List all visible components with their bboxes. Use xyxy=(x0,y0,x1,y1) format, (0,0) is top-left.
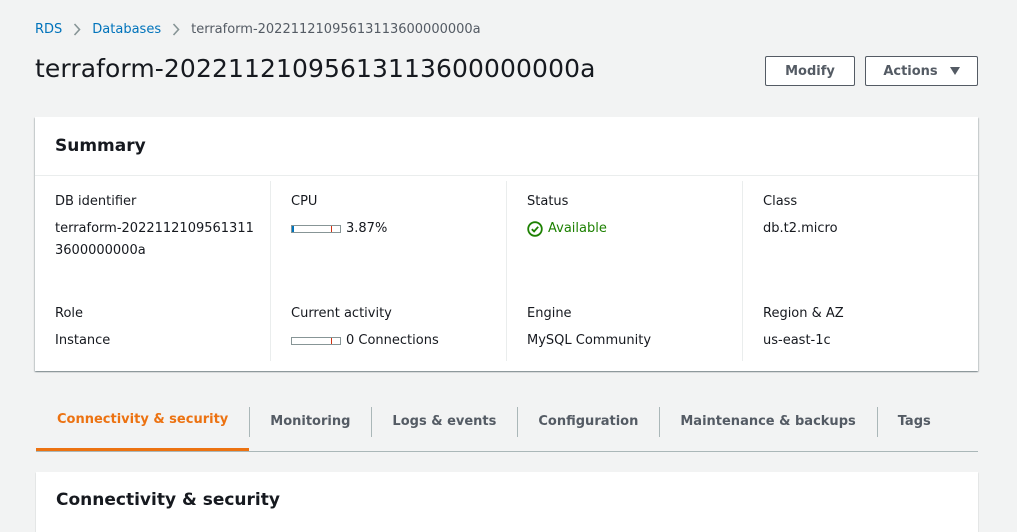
class-label: Class xyxy=(763,194,798,209)
breadcrumb-current: terraform-20221121095613113600000000a xyxy=(191,22,481,37)
tab-label: Tags xyxy=(897,413,931,429)
tab-logs-events[interactable]: Logs & events xyxy=(371,405,517,451)
status-label: Status xyxy=(527,194,569,209)
current-activity-label: Current activity xyxy=(291,306,392,321)
caret-down-icon xyxy=(949,67,960,75)
db-identifier-label: DB identifier xyxy=(55,194,137,209)
engine-field: Engine MySQL Community xyxy=(527,306,732,352)
cpu-value: 3.87% xyxy=(346,221,388,236)
tab-label: Maintenance & backups xyxy=(680,413,856,429)
breadcrumb-link-rds[interactable]: RDS xyxy=(35,22,62,37)
cpu-threshold-marker xyxy=(331,226,332,232)
region-az-label: Region & AZ xyxy=(763,306,844,321)
tab-tags[interactable]: Tags xyxy=(876,405,952,451)
connections-threshold-marker xyxy=(331,338,332,344)
engine-label: Engine xyxy=(527,306,572,321)
tab-label: Logs & events xyxy=(392,413,497,429)
breadcrumb-link-databases[interactable]: Databases xyxy=(92,22,161,37)
modify-button[interactable]: Modify xyxy=(765,56,855,86)
summary-title: Summary xyxy=(35,117,978,176)
breadcrumb: RDS Databases terraform-2022112109561311… xyxy=(35,22,481,37)
db-identifier-field: DB identifier terraform-2022112109561311… xyxy=(55,194,260,262)
actions-button-label: Actions xyxy=(883,63,938,79)
status-value: Available xyxy=(548,221,607,236)
chevron-right-icon xyxy=(172,23,180,36)
actions-dropdown-button[interactable]: Actions xyxy=(865,56,978,86)
modify-button-label: Modify xyxy=(785,63,835,79)
tab-label: Connectivity & security xyxy=(57,412,229,427)
cpu-field: CPU 3.87% xyxy=(291,194,496,240)
region-az-field: Region & AZ us-east-1c xyxy=(763,306,968,352)
status-badge: Available xyxy=(527,218,607,240)
chevron-right-icon xyxy=(73,23,81,36)
class-field: Class db.t2.micro xyxy=(763,194,968,240)
cpu-label: CPU xyxy=(291,194,318,209)
tab-connectivity-security[interactable]: Connectivity & security xyxy=(36,405,250,451)
connectivity-security-panel: Connectivity & security xyxy=(36,472,978,532)
check-circle-icon xyxy=(527,221,543,237)
summary-column-status: Status Available Engine MySQL Community xyxy=(506,181,742,361)
tab-label: Configuration xyxy=(538,413,639,429)
connections-value: 0 Connections xyxy=(346,333,439,348)
detail-tabs: Connectivity & security Monitoring Logs … xyxy=(36,405,978,452)
summary-column-identifier: DB identifier terraform-2022112109561311… xyxy=(35,176,270,371)
page-title: terraform-20221121095613113600000000a xyxy=(35,54,596,83)
role-value: Instance xyxy=(55,333,111,348)
current-activity-field: Current activity 0 Connections xyxy=(291,306,496,352)
tab-label: Monitoring xyxy=(270,413,351,429)
tab-configuration[interactable]: Configuration xyxy=(517,405,659,451)
tab-maintenance-backups[interactable]: Maintenance & backups xyxy=(659,405,876,451)
db-identifier-value: terraform-20221121095613113600000000a xyxy=(55,221,254,258)
status-field: Status Available xyxy=(527,194,732,245)
summary-column-metrics: CPU 3.87% Current activity 0 Connections xyxy=(270,181,506,361)
engine-value: MySQL Community xyxy=(527,333,652,348)
region-az-value: us-east-1c xyxy=(763,333,831,348)
summary-panel: Summary DB identifier terraform-20221121… xyxy=(35,117,978,371)
summary-column-class: Class db.t2.micro Region & AZ us-east-1c xyxy=(742,181,978,361)
cpu-usage-fill xyxy=(292,226,294,232)
tab-monitoring[interactable]: Monitoring xyxy=(249,405,371,451)
section-title: Connectivity & security xyxy=(56,490,280,510)
role-label: Role xyxy=(55,306,84,321)
role-field: Role Instance xyxy=(55,306,260,352)
class-value: db.t2.micro xyxy=(763,221,838,236)
cpu-usage-bar xyxy=(291,225,341,233)
connections-bar xyxy=(291,337,341,345)
